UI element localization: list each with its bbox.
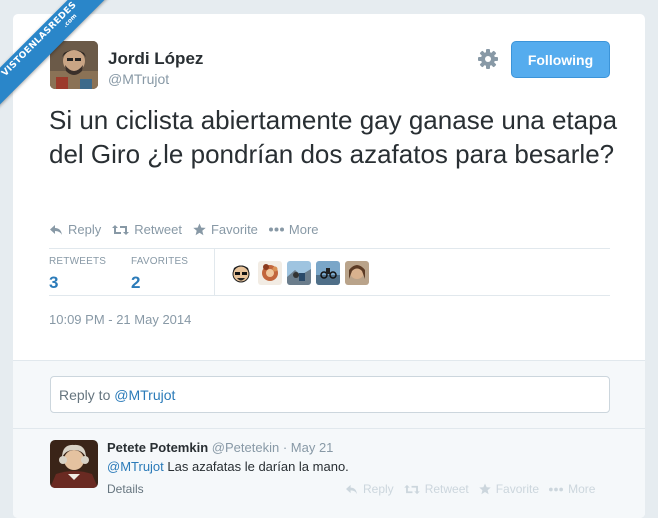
reply-author-handle[interactable]: @Petetekin xyxy=(212,440,279,455)
reply-prefix: Reply to xyxy=(59,387,115,403)
avatar[interactable] xyxy=(345,261,369,285)
stats-bottom-divider xyxy=(49,295,610,296)
reply-retweet-action[interactable]: Retweet xyxy=(403,482,469,496)
reply-details-link[interactable]: Details xyxy=(107,482,144,496)
reply-reply-action[interactable]: Reply xyxy=(345,482,394,496)
reply-input[interactable]: Reply to @MTrujot xyxy=(50,376,610,413)
favorite-action[interactable]: Favorite xyxy=(193,222,258,237)
reply-mention: @MTrujot xyxy=(114,387,176,403)
favorite-label: Favorite xyxy=(210,222,258,237)
tweet-timestamp[interactable]: 10:09 PM - 21 May 2014 xyxy=(49,312,191,327)
reply-favorite-action[interactable]: Favorite xyxy=(478,482,540,496)
reply-icon xyxy=(50,224,62,235)
reply-reply-label: Reply xyxy=(363,482,394,496)
more-icon xyxy=(549,487,564,491)
gear-icon[interactable] xyxy=(477,48,499,70)
star-icon xyxy=(478,483,491,495)
tweet-text: Si un ciclista abiertamente gay ganase u… xyxy=(49,105,618,169)
avatar[interactable] xyxy=(229,261,253,285)
stats-separator xyxy=(214,249,215,295)
reply-icon xyxy=(346,484,357,494)
reply-text-mention[interactable]: @MTrujot xyxy=(107,459,164,474)
favorites-label: FAVORITES xyxy=(131,256,189,267)
author-avatar[interactable] xyxy=(50,41,98,89)
favorites-count: 2 xyxy=(131,273,141,292)
avatar[interactable] xyxy=(50,440,98,488)
tweet-actions: Reply Retweet Favorite More xyxy=(49,222,330,237)
more-icon xyxy=(268,227,284,232)
reply-more-label: More xyxy=(568,482,596,496)
reply-actions: Reply Retweet Favorite More xyxy=(345,482,605,496)
reply-divider xyxy=(13,428,645,429)
retweet-action[interactable]: Retweet xyxy=(112,222,182,237)
star-icon xyxy=(193,223,206,236)
reply-retweet-label: Retweet xyxy=(424,482,469,496)
reply-label: Reply xyxy=(68,222,102,237)
retweet-icon xyxy=(403,484,420,494)
retweets-stat[interactable]: RETWEETS 3 xyxy=(49,256,106,293)
more-action[interactable]: More xyxy=(268,222,319,237)
reply-more-action[interactable]: More xyxy=(549,482,595,496)
following-button[interactable]: Following xyxy=(511,41,610,78)
author-name[interactable]: Jordi López xyxy=(108,49,203,69)
reply-text: @MTrujot Las azafatas le darían la mano. xyxy=(107,459,349,474)
stats-top-divider xyxy=(49,248,610,249)
reply-author-name[interactable]: Petete Potemkin xyxy=(107,440,208,455)
reply-date[interactable]: May 21 xyxy=(291,440,334,455)
retweeter-avatars xyxy=(229,261,374,285)
retweets-count: 3 xyxy=(49,273,59,292)
retweet-label: Retweet xyxy=(134,222,182,237)
avatar[interactable] xyxy=(287,261,311,285)
retweets-label: RETWEETS xyxy=(49,256,107,267)
reply-separator: · xyxy=(282,440,288,455)
tweet-card: Jordi López @MTrujot Following Si un cic… xyxy=(13,14,645,518)
reply-header: Petete Potemkin @Petetekin · May 21 xyxy=(107,440,333,455)
retweet-icon xyxy=(112,224,130,235)
reply-text-body: Las azafatas le darían la mano. xyxy=(163,459,349,474)
reply-favorite-label: Favorite xyxy=(495,482,540,496)
avatar[interactable] xyxy=(316,261,340,285)
favorites-stat[interactable]: FAVORITES 2 xyxy=(131,256,188,293)
avatar[interactable] xyxy=(258,261,282,285)
reply-action[interactable]: Reply xyxy=(49,222,101,237)
more-label: More xyxy=(288,222,319,237)
author-handle[interactable]: @MTrujot xyxy=(108,71,169,87)
